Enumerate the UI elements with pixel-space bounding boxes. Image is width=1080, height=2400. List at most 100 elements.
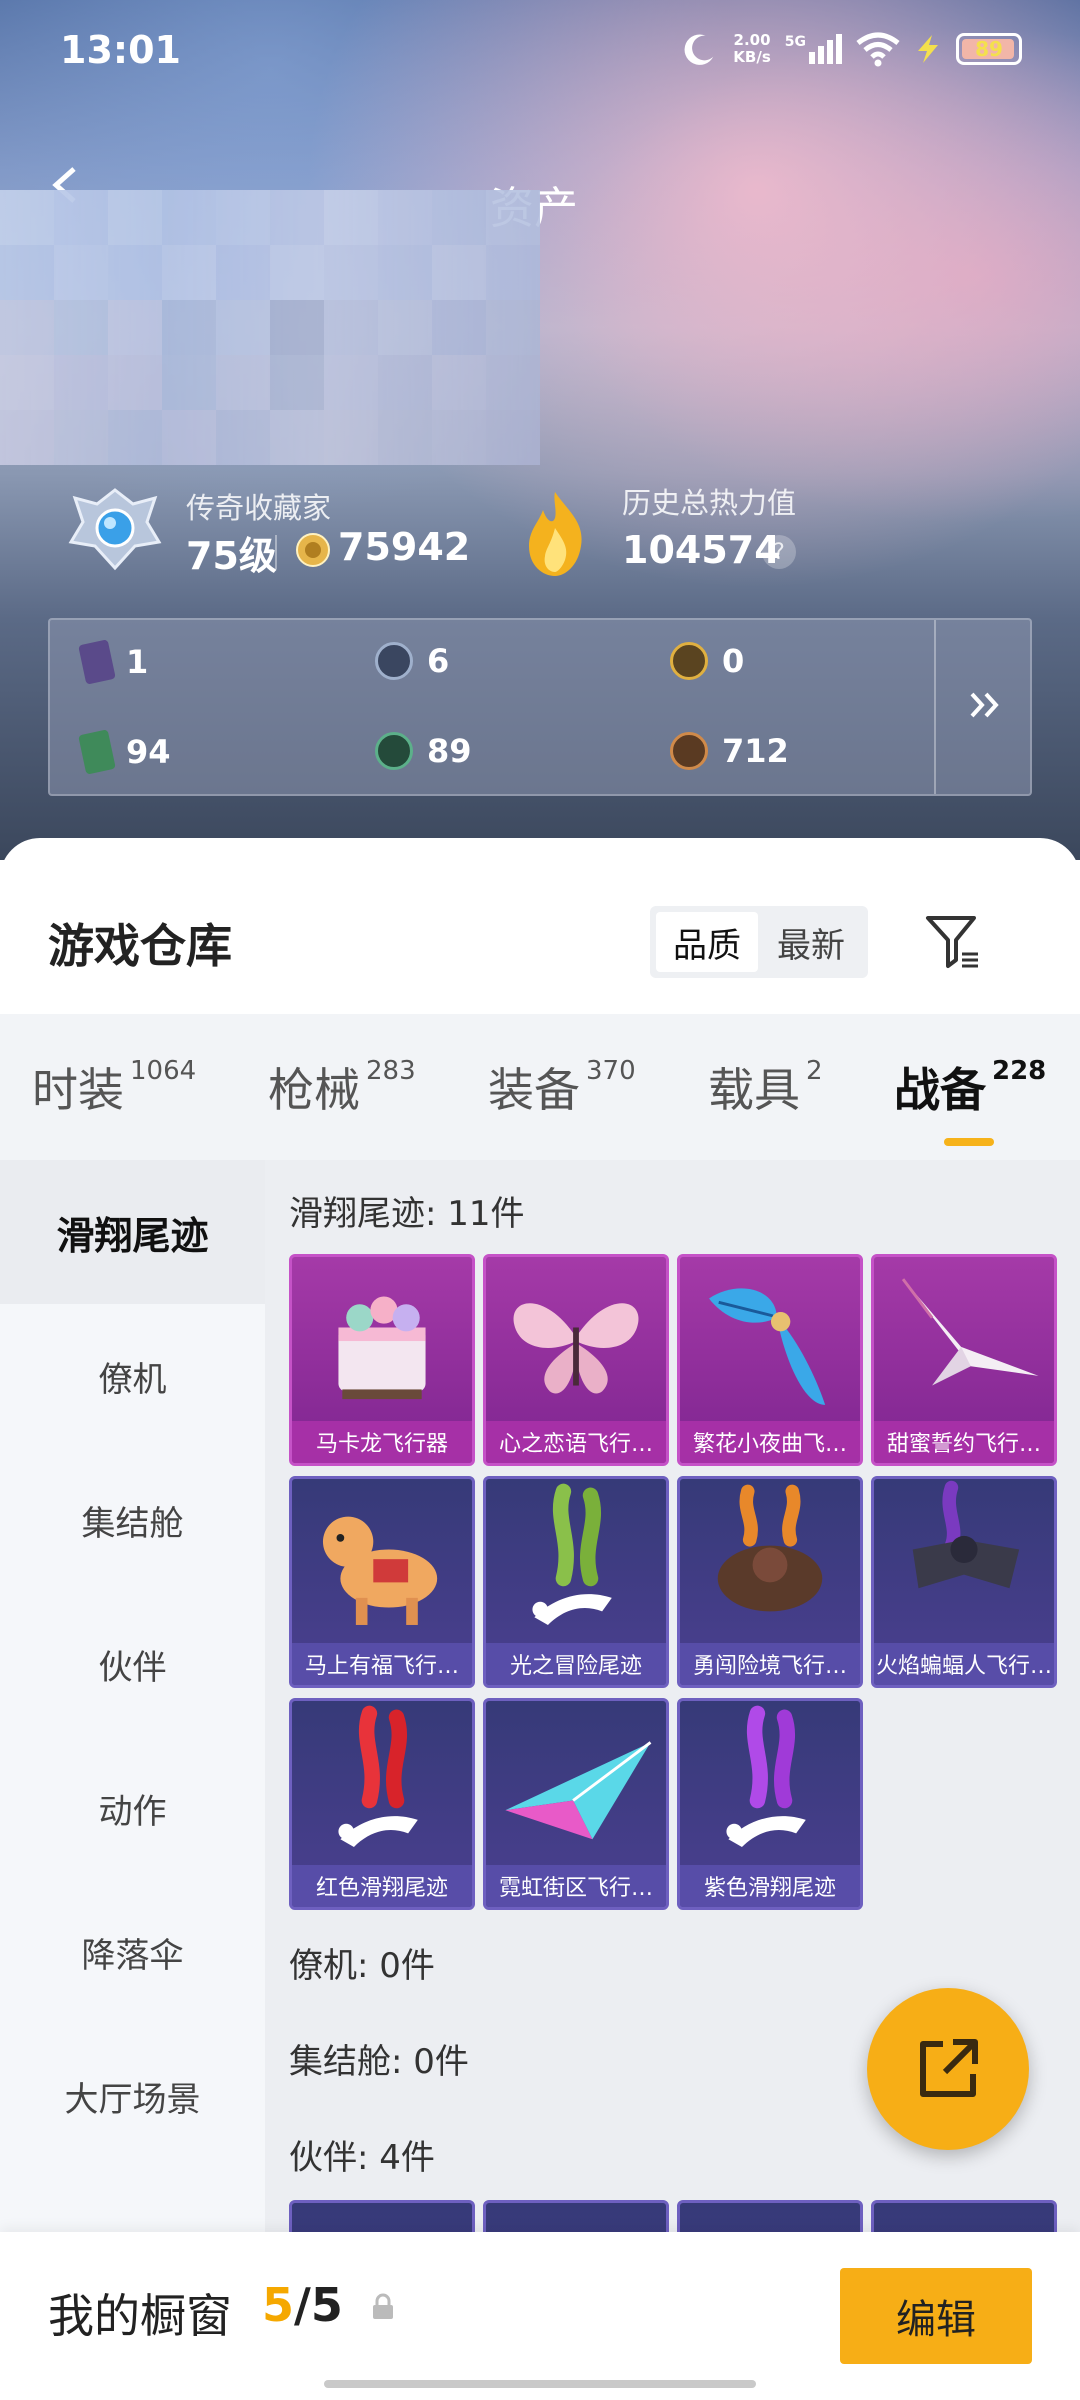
sidebar-item-parachute[interactable]: 降落伞 (0, 1880, 265, 2024)
category-tabs: 时装 1064 枪械 283 装备 370 载具 2 战备 228 (0, 1014, 1080, 1160)
red-smoke-trail-icon (338, 1705, 418, 1847)
sidebar-item-lobby-scene[interactable]: 大厅场景 (0, 2024, 265, 2168)
sidebar-item-capsule[interactable]: 集结舱 (0, 1448, 265, 1592)
item-card[interactable]: 红色滑翔尾迹 (289, 1698, 475, 1910)
active-tab-indicator (944, 1138, 994, 1146)
item-name: 红色滑翔尾迹 (292, 1865, 472, 1907)
currency-value: 712 (722, 732, 789, 770)
panel-divider (934, 620, 936, 794)
purple-smoke-trail-icon (726, 1705, 806, 1847)
section-title-partner: 伙伴: 4件 (289, 2138, 435, 2178)
item-card[interactable]: 心之恋语飞行… (483, 1254, 669, 1466)
item-name: 霓虹街区飞行… (486, 1865, 666, 1907)
butterfly-glider-icon (513, 1303, 639, 1394)
showcase-bar: 我的橱窗 5/5 编辑 (0, 2232, 1080, 2400)
collector-level: 75级 (186, 534, 277, 578)
section-title-trails: 滑翔尾迹: 11件 (289, 1194, 525, 1234)
section-title-capsule: 集结舱: 0件 (289, 2042, 469, 2082)
item-card[interactable]: 光之冒险尾迹 (483, 1476, 669, 1688)
tab-firearms[interactable]: 枪械 283 (268, 1054, 416, 1120)
net-speed-value: 2.00 (733, 31, 771, 49)
tab-label: 时装 (32, 1063, 124, 1117)
warehouse-title: 游戏仓库 (48, 919, 232, 973)
tab-count: 283 (366, 1056, 416, 1086)
item-card[interactable]: 火焰蝙蝠人飞行… (871, 1476, 1057, 1688)
share-button[interactable] (867, 1988, 1029, 2150)
collection-coin-icon (296, 533, 330, 567)
explorer-glider-icon (717, 1484, 823, 1612)
currency-panel: 1 6 0 94 89 712 (48, 618, 1032, 796)
collection-points: 75942 (338, 525, 471, 569)
warehouse-sheet: 游戏仓库 品质 最新 时装 1064 枪械 283 装备 370 载具 2 战备 228 … (0, 838, 1080, 2400)
tab-label: 载具 (708, 1063, 800, 1117)
status-bar: 13:01 2.00 KB/s 5G 89 (0, 0, 1080, 110)
neon-plane-glider-icon (505, 1741, 652, 1840)
bronze-coin-icon (670, 732, 708, 770)
tab-count: 228 (992, 1056, 1047, 1086)
redacted-mosaic (0, 190, 540, 465)
tab-battle-gear[interactable]: 战备 228 (894, 1054, 1046, 1120)
item-list: 滑翔尾迹: 11件 马卡龙飞行器 心之恋语飞行… 繁花小夜曲飞… 甜蜜誓约飞行…… (265, 1160, 1080, 2400)
home-indicator[interactable] (324, 2380, 756, 2388)
collector-emblem-icon (68, 488, 162, 571)
sidebar-item-wingman[interactable]: 僚机 (0, 1304, 265, 1448)
divider (275, 535, 277, 569)
item-name: 火焰蝙蝠人飞行… (874, 1643, 1054, 1685)
net-speed-unit: KB/s (733, 48, 771, 66)
sort-newest-button[interactable]: 最新 (760, 912, 862, 972)
flower-wing-glider-icon (709, 1288, 826, 1405)
currency-value: 89 (427, 732, 472, 770)
tab-fashion[interactable]: 时装 1064 (32, 1054, 196, 1120)
green-coin-icon (375, 732, 413, 770)
moon-icon (684, 34, 714, 65)
showcase-count: 5/5 (262, 2278, 343, 2332)
network-type: 5G (784, 34, 806, 50)
tab-equipment[interactable]: 装备 370 (488, 1054, 636, 1120)
sidebar-item-glide-trail[interactable]: 滑翔尾迹 (0, 1160, 265, 1304)
showcase-current: 5 (262, 2278, 295, 2332)
gold-coin-icon (670, 642, 708, 680)
status-icons: 2.00 KB/s 5G 89 (681, 30, 1022, 68)
currency-value: 6 (427, 642, 450, 680)
expand-currency-button[interactable] (950, 675, 1020, 735)
item-card[interactable]: 勇闯险境飞行… (677, 1476, 863, 1688)
sidebar-item-partner[interactable]: 伙伴 (0, 1592, 265, 1736)
collector-label: 传奇收藏家 (186, 491, 332, 525)
bat-glider-icon (912, 1480, 1020, 1589)
tab-count: 370 (586, 1056, 636, 1086)
charging-icon (918, 35, 938, 63)
item-name: 马上有福飞行… (292, 1643, 472, 1685)
external-link-icon (920, 2039, 978, 2097)
section-title-wingman: 僚机: 0件 (289, 1946, 435, 1986)
wifi-icon (856, 32, 900, 67)
filter-icon[interactable] (922, 910, 984, 972)
showcase-label: 我的橱窗 (48, 2289, 232, 2343)
tab-count: 2 (806, 1056, 823, 1086)
currency-item: 1 (78, 639, 148, 685)
currency-item: 712 (670, 732, 789, 770)
pony-glider-icon (322, 1516, 438, 1625)
item-card[interactable]: 马卡龙飞行器 (289, 1254, 475, 1466)
silver-coin-icon (375, 642, 413, 680)
tab-label: 枪械 (268, 1063, 360, 1117)
cake-glider-icon (338, 1296, 426, 1400)
sidebar-item-emote[interactable]: 动作 (0, 1736, 265, 1880)
item-card[interactable]: 马上有福飞行… (289, 1476, 475, 1688)
edit-button[interactable]: 编辑 (840, 2268, 1032, 2364)
item-card[interactable]: 繁花小夜曲飞… (677, 1254, 863, 1466)
item-card[interactable]: 霓虹街区飞行… (483, 1698, 669, 1910)
item-name: 紫色滑翔尾迹 (680, 1865, 860, 1907)
help-icon[interactable]: ? (762, 535, 796, 569)
tab-count: 1064 (130, 1056, 197, 1086)
tab-vehicles[interactable]: 载具 2 (708, 1054, 823, 1120)
sort-quality-button[interactable]: 品质 (656, 912, 758, 972)
item-name: 繁花小夜曲飞… (680, 1421, 860, 1463)
showcase-slash: / (294, 2278, 311, 2332)
signal-icon: 5G (785, 34, 842, 64)
item-name: 甜蜜誓约飞行… (874, 1421, 1054, 1463)
item-card[interactable]: 紫色滑翔尾迹 (677, 1698, 863, 1910)
showcase-total: 5 (310, 2278, 343, 2332)
flame-icon (529, 492, 582, 576)
currency-value: 0 (722, 642, 745, 680)
item-card[interactable]: 甜蜜誓约飞行… (871, 1254, 1057, 1466)
